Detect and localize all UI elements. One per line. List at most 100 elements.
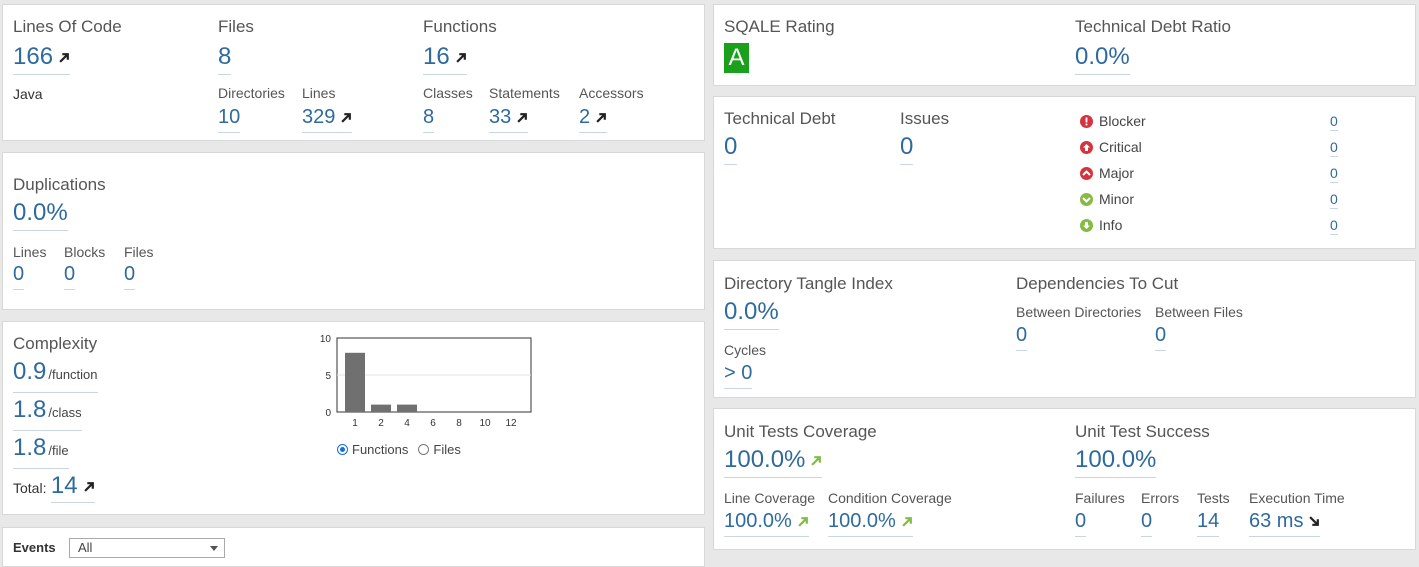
- radio-unselected-icon: [418, 444, 430, 455]
- complexity-per-file[interactable]: 1.8/file: [13, 434, 69, 469]
- critical-count[interactable]: 0: [1330, 139, 1338, 157]
- lines-value[interactable]: 329: [302, 105, 353, 133]
- x-tick-label: 4: [404, 418, 410, 429]
- complexity-total-value[interactable]: 14: [50, 472, 95, 503]
- test-success-title: Unit Test Success: [1075, 422, 1210, 441]
- files-radio[interactable]: Files: [418, 442, 461, 457]
- accessors-value[interactable]: 2: [579, 105, 608, 133]
- trend-down-icon: [1309, 516, 1320, 527]
- dup-lines-label: Lines: [13, 244, 47, 260]
- between-files-label: Between Files: [1155, 304, 1243, 320]
- sqale-rating-title: SQALE Rating: [724, 17, 835, 36]
- complexity-widget: Complexity 0.9/function 1.8/class 1.8/fi…: [2, 321, 705, 515]
- debt-ratio-title: Technical Debt Ratio: [1075, 17, 1231, 36]
- major-icon: [1080, 166, 1093, 180]
- trend-up-icon: [517, 113, 528, 123]
- technical-debt-value[interactable]: 0: [724, 133, 738, 165]
- dup-blocks-value[interactable]: 0: [64, 262, 76, 290]
- test-success-value[interactable]: 100.0%: [1075, 446, 1157, 478]
- sqale-grade-badge[interactable]: A: [724, 43, 749, 73]
- x-tick-label: 12: [505, 418, 517, 429]
- issues-value[interactable]: 0: [900, 133, 914, 165]
- line-coverage-label: Line Coverage: [724, 490, 816, 506]
- severity-critical: Critical: [1080, 139, 1142, 155]
- between-files-value[interactable]: 0: [1155, 323, 1167, 351]
- functions-radio[interactable]: Functions: [337, 442, 408, 457]
- condition-coverage-value[interactable]: 100.0%: [828, 509, 913, 537]
- statements-value[interactable]: 33: [489, 105, 529, 133]
- severity-major: Major: [1080, 165, 1134, 181]
- directories-value[interactable]: 10: [218, 105, 241, 133]
- language-label: Java: [13, 86, 43, 102]
- complexity-distribution-chart: 10501 2 4 6 8 10 12: [320, 334, 532, 429]
- technical-debt-title: Technical Debt: [724, 109, 836, 128]
- classes-value[interactable]: 8: [423, 105, 435, 133]
- coverage-value[interactable]: 100.0%: [724, 446, 823, 478]
- y-tick-label: 10: [320, 334, 332, 345]
- trend-up-icon: [341, 113, 352, 123]
- trend-up-green-icon: [811, 456, 822, 466]
- chevron-down-icon: [210, 546, 218, 551]
- failures-value[interactable]: 0: [1075, 509, 1087, 537]
- errors-label: Errors: [1141, 490, 1180, 506]
- loc-title: Lines Of Code: [13, 17, 122, 36]
- issues-title: Issues: [900, 109, 950, 128]
- debt-ratio-value[interactable]: 0.0%: [1075, 43, 1130, 75]
- functions-title: Functions: [423, 17, 497, 36]
- dup-blocks-label: Blocks: [64, 244, 106, 260]
- severity-info: Info: [1080, 217, 1122, 233]
- condition-coverage-label: Condition Coverage: [828, 490, 952, 506]
- files-title: Files: [218, 17, 254, 36]
- execution-time-value[interactable]: 63 ms: [1249, 509, 1321, 537]
- trend-up-icon: [596, 113, 607, 123]
- lines-label: Lines: [302, 85, 336, 101]
- radio-selected-icon: [337, 444, 348, 455]
- events-filter-select[interactable]: All: [69, 538, 225, 558]
- design-widget: Directory Tangle Index 0.0% Cycles > 0 D…: [713, 260, 1416, 398]
- sqale-widget: SQALE Rating A Technical Debt Ratio 0.0%: [713, 4, 1416, 86]
- trend-up-icon: [59, 53, 69, 63]
- between-directories-value[interactable]: 0: [1016, 323, 1028, 351]
- complexity-total: Total: 14: [13, 472, 95, 503]
- complexity-per-class[interactable]: 1.8/class: [13, 396, 82, 431]
- directories-label: Directories: [218, 85, 285, 101]
- complexity-title: Complexity: [13, 334, 98, 353]
- trend-up-icon: [83, 482, 94, 492]
- x-tick-label: 10: [479, 418, 491, 429]
- duplications-widget: Duplications 0.0% Lines 0 Blocks 0 Files…: [2, 152, 705, 310]
- failures-label: Failures: [1075, 490, 1125, 506]
- trend-up-green-icon: [798, 517, 808, 527]
- critical-icon: [1080, 140, 1093, 154]
- tests-value[interactable]: 14: [1197, 509, 1220, 537]
- y-tick-label: 0: [325, 408, 331, 419]
- chart-toggle: Functions Files: [337, 442, 471, 457]
- x-tick-label: 1: [352, 418, 358, 429]
- statements-label: Statements: [489, 85, 560, 101]
- accessors-label: Accessors: [579, 85, 644, 101]
- errors-value[interactable]: 0: [1141, 509, 1153, 537]
- dup-lines-value[interactable]: 0: [13, 262, 25, 290]
- tangle-index-value[interactable]: 0.0%: [724, 298, 779, 330]
- severity-minor: Minor: [1080, 191, 1134, 207]
- line-coverage-value[interactable]: 100.0%: [724, 509, 809, 537]
- size-widget: Lines Of Code 166 Java Files 8 Directori…: [2, 4, 705, 141]
- loc-value[interactable]: 166: [13, 43, 71, 75]
- info-icon: [1080, 218, 1093, 232]
- duplications-density[interactable]: 0.0%: [13, 199, 68, 231]
- complexity-per-function[interactable]: 0.9/function: [13, 358, 98, 393]
- between-directories-label: Between Directories: [1016, 304, 1142, 320]
- events-widget: Events All: [2, 527, 705, 567]
- major-count[interactable]: 0: [1330, 165, 1338, 183]
- dup-files-value[interactable]: 0: [124, 262, 136, 290]
- chart-bar: [397, 404, 417, 412]
- functions-value[interactable]: 16: [423, 43, 467, 75]
- minor-count[interactable]: 0: [1330, 191, 1338, 209]
- info-count[interactable]: 0: [1330, 217, 1338, 235]
- coverage-title: Unit Tests Coverage: [724, 422, 877, 441]
- blocker-count[interactable]: 0: [1330, 113, 1338, 131]
- chart-bar: [345, 352, 365, 412]
- files-value[interactable]: 8: [218, 43, 232, 75]
- x-tick-label: 6: [430, 418, 436, 429]
- cycles-value[interactable]: > 0: [724, 361, 753, 389]
- blocker-icon: [1080, 114, 1093, 128]
